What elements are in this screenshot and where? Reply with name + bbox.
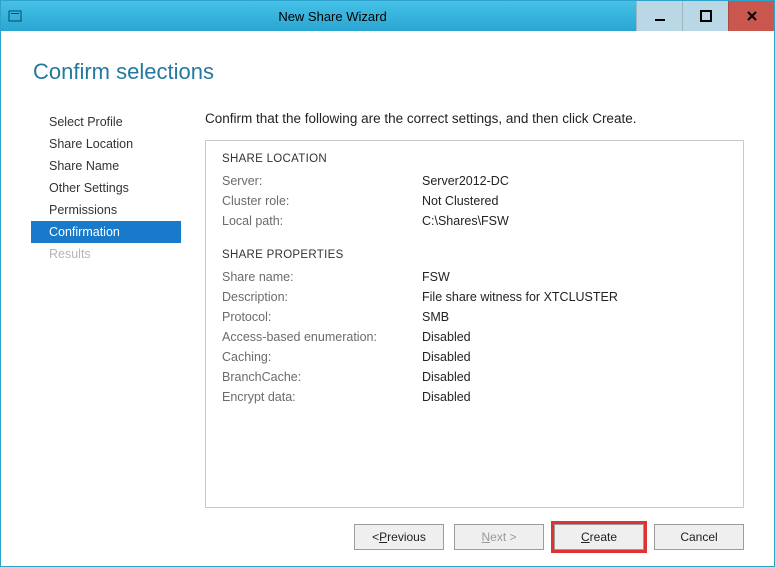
value-share-name: FSW bbox=[422, 267, 450, 287]
value-branchcache: Disabled bbox=[422, 367, 471, 387]
label-branchcache: BranchCache: bbox=[222, 367, 422, 387]
create-button[interactable]: Create bbox=[554, 524, 644, 550]
label-cluster-role: Cluster role: bbox=[222, 191, 422, 211]
previous-prefix: < bbox=[372, 530, 379, 544]
previous-accel: P bbox=[379, 530, 387, 544]
value-abe: Disabled bbox=[422, 327, 471, 347]
next-button: Next > bbox=[454, 524, 544, 550]
app-icon bbox=[7, 8, 23, 24]
value-encrypt: Disabled bbox=[422, 387, 471, 407]
row-server: Server: Server2012-DC bbox=[222, 171, 727, 191]
value-protocol: SMB bbox=[422, 307, 449, 327]
row-branchcache: BranchCache: Disabled bbox=[222, 367, 727, 387]
row-protocol: Protocol: SMB bbox=[222, 307, 727, 327]
wizard-steps: Select Profile Share Location Share Name… bbox=[31, 111, 181, 508]
step-select-profile[interactable]: Select Profile bbox=[31, 111, 181, 133]
previous-suffix: revious bbox=[387, 530, 426, 544]
section-share-properties-title: SHARE PROPERTIES bbox=[222, 249, 727, 261]
summary-panel: SHARE LOCATION Server: Server2012-DC Clu… bbox=[205, 140, 744, 508]
step-results: Results bbox=[31, 243, 181, 265]
label-caching: Caching: bbox=[222, 347, 422, 367]
wizard-window: New Share Wizard Confirm selections Sele… bbox=[0, 0, 775, 567]
row-encrypt: Encrypt data: Disabled bbox=[222, 387, 727, 407]
previous-button[interactable]: < Previous bbox=[354, 524, 444, 550]
value-server: Server2012-DC bbox=[422, 171, 509, 191]
row-cluster-role: Cluster role: Not Clustered bbox=[222, 191, 727, 211]
create-accel: C bbox=[581, 530, 590, 544]
cancel-label: Cancel bbox=[680, 530, 717, 544]
label-server: Server: bbox=[222, 171, 422, 191]
label-local-path: Local path: bbox=[222, 211, 422, 231]
step-share-location[interactable]: Share Location bbox=[31, 133, 181, 155]
window-controls bbox=[636, 1, 774, 31]
page-heading: Confirm selections bbox=[33, 59, 744, 85]
step-permissions[interactable]: Permissions bbox=[31, 199, 181, 221]
wizard-footer: < Previous Next > Create Cancel bbox=[1, 508, 774, 566]
instruction-text: Confirm that the following are the corre… bbox=[205, 111, 744, 126]
value-description: File share witness for XTCLUSTER bbox=[422, 287, 618, 307]
value-caching: Disabled bbox=[422, 347, 471, 367]
label-share-name: Share name: bbox=[222, 267, 422, 287]
close-button[interactable] bbox=[728, 1, 774, 31]
value-local-path: C:\Shares\FSW bbox=[422, 211, 509, 231]
step-other-settings[interactable]: Other Settings bbox=[31, 177, 181, 199]
maximize-button[interactable] bbox=[682, 1, 728, 31]
cancel-button[interactable]: Cancel bbox=[654, 524, 744, 550]
label-encrypt: Encrypt data: bbox=[222, 387, 422, 407]
value-cluster-role: Not Clustered bbox=[422, 191, 498, 211]
row-description: Description: File share witness for XTCL… bbox=[222, 287, 727, 307]
label-protocol: Protocol: bbox=[222, 307, 422, 327]
label-description: Description: bbox=[222, 287, 422, 307]
row-local-path: Local path: C:\Shares\FSW bbox=[222, 211, 727, 231]
next-suffix: ext > bbox=[490, 530, 516, 544]
row-caching: Caching: Disabled bbox=[222, 347, 727, 367]
content-area: Confirm selections Select Profile Share … bbox=[1, 31, 774, 508]
row-abe: Access-based enumeration: Disabled bbox=[222, 327, 727, 347]
titlebar: New Share Wizard bbox=[1, 1, 774, 31]
next-accel: N bbox=[481, 530, 490, 544]
main-panel: Confirm that the following are the corre… bbox=[205, 111, 744, 508]
step-confirmation[interactable]: Confirmation bbox=[31, 221, 181, 243]
minimize-button[interactable] bbox=[636, 1, 682, 31]
body: Select Profile Share Location Share Name… bbox=[31, 111, 744, 508]
window-title: New Share Wizard bbox=[29, 9, 636, 24]
step-share-name[interactable]: Share Name bbox=[31, 155, 181, 177]
row-share-name: Share name: FSW bbox=[222, 267, 727, 287]
label-abe: Access-based enumeration: bbox=[222, 327, 422, 347]
create-suffix: reate bbox=[590, 530, 617, 544]
section-share-location-title: SHARE LOCATION bbox=[222, 153, 727, 165]
